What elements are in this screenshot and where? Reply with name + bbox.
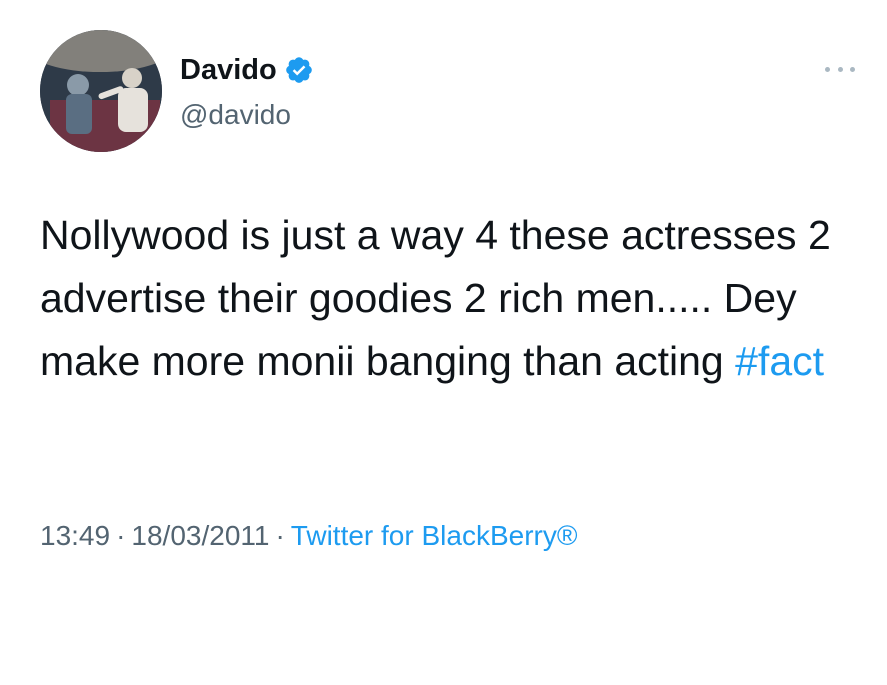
meta-separator: · [275,520,285,551]
avatar[interactable] [40,30,162,152]
tweet-source[interactable]: Twitter for BlackBerry® [291,520,578,551]
tweet-text: Nollywood is just a way 4 these actresse… [40,204,850,393]
verified-badge-icon [284,55,314,85]
hashtag-link[interactable]: #fact [735,338,824,384]
author-name-row: Davido [180,50,314,90]
tweet-date[interactable]: 18/03/2011 [131,520,269,551]
tweet-meta: 13:49 · 18/03/2011 · Twitter for BlackBerry® [40,516,577,556]
tweet-body: Nollywood is just a way 4 these actresse… [40,212,831,384]
more-options-icon[interactable] [825,62,855,76]
meta-separator: · [116,520,126,551]
tweet-card: Davido @davido Nollywood is just a way 4… [0,0,887,685]
author-handle[interactable]: @davido [180,96,291,134]
avatar-photo [40,30,162,152]
tweet-time[interactable]: 13:49 [40,520,110,551]
display-name[interactable]: Davido [180,50,277,90]
